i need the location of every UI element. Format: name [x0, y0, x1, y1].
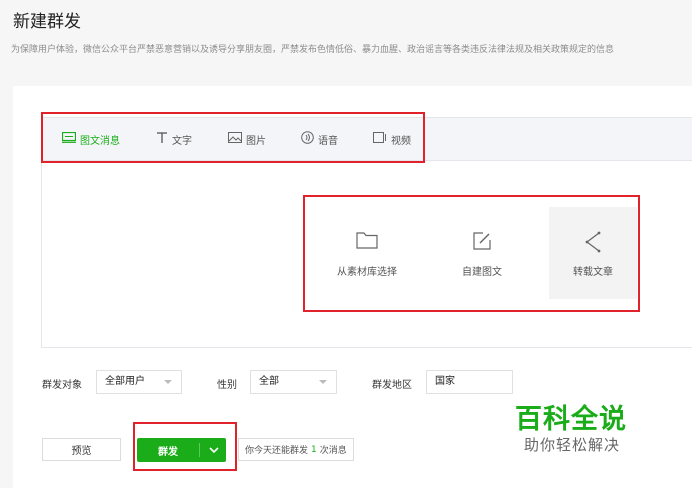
- tab-image[interactable]: 图片: [228, 118, 266, 160]
- watermark-subtitle: 助你轻松解决: [524, 436, 621, 454]
- gender-select-value: 全部: [259, 376, 279, 387]
- voice-icon: [301, 131, 314, 147]
- tab-video[interactable]: 视频: [373, 118, 411, 160]
- tab-article-label: 图文消息: [80, 135, 120, 147]
- tab-article[interactable]: 图文消息: [61, 118, 120, 160]
- send-button-divider: [199, 443, 200, 457]
- tab-voice[interactable]: 语音: [301, 118, 338, 160]
- target-label: 群发对象: [42, 380, 82, 391]
- choose-from-library-label: 从素材库选择: [337, 267, 397, 278]
- folder-icon: [356, 231, 378, 251]
- create-article-option[interactable]: 自建图文: [438, 207, 526, 299]
- repost-article-option[interactable]: 转载文章: [549, 207, 637, 299]
- target-select-value: 全部用户: [105, 376, 145, 387]
- article-icon: [61, 131, 77, 146]
- watermark-title: 百科全说: [515, 404, 627, 435]
- tab-text-label: 文字: [172, 135, 192, 147]
- quota-prefix: 你今天还能群发: [245, 446, 309, 456]
- send-button-label: 群发: [158, 446, 178, 458]
- gender-select[interactable]: 全部: [250, 370, 337, 394]
- preview-button[interactable]: 预览: [42, 438, 121, 461]
- target-select[interactable]: 全部用户: [96, 370, 182, 394]
- policy-notice: 为保障用户体验，微信公众平台严禁恶意营销以及诱导分享朋友圈，严禁发布色情低俗、暴…: [11, 45, 615, 55]
- send-options-dropdown[interactable]: [201, 438, 226, 462]
- send-button[interactable]: 群发: [137, 438, 226, 462]
- page-title: 新建群发: [13, 12, 81, 32]
- text-icon: [156, 132, 168, 146]
- region-select-value: 国家: [435, 376, 455, 387]
- image-icon: [228, 132, 242, 146]
- message-type-tabbar: 图文消息 文字 图片 语音 视频: [41, 117, 692, 161]
- chevron-down-icon: [164, 380, 172, 384]
- region-select[interactable]: 国家: [426, 370, 513, 394]
- chevron-down-icon: [208, 446, 219, 453]
- tab-video-label: 视频: [391, 135, 411, 147]
- gender-label: 性别: [217, 380, 237, 391]
- repost-article-label: 转载文章: [573, 267, 613, 278]
- tab-image-label: 图片: [246, 135, 266, 147]
- create-article-label: 自建图文: [462, 267, 502, 278]
- send-quota-hint: 你今天还能群发 1 次消息: [238, 438, 354, 461]
- quota-count: 1: [311, 444, 317, 455]
- quota-suffix: 次消息: [319, 446, 347, 456]
- tab-text[interactable]: 文字: [156, 118, 192, 160]
- chevron-down-icon: [319, 380, 327, 384]
- tab-voice-label: 语音: [318, 135, 338, 147]
- edit-icon: [472, 231, 492, 251]
- share-icon: [584, 231, 602, 253]
- region-label: 群发地区: [372, 380, 412, 391]
- choose-from-library-option[interactable]: 从素材库选择: [323, 207, 411, 299]
- video-icon: [373, 132, 387, 146]
